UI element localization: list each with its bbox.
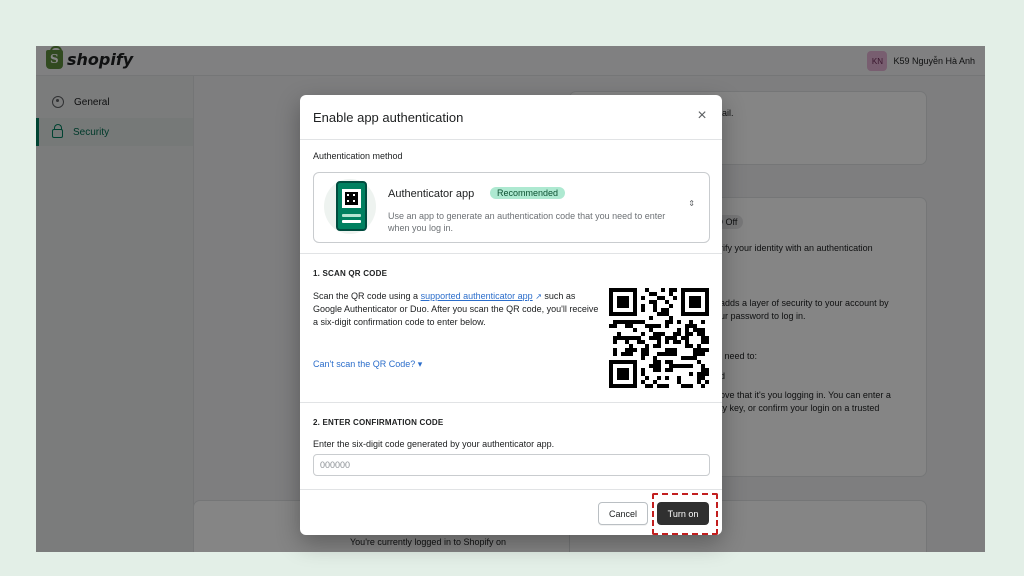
scan-qr-title: 1. SCAN QR CODE bbox=[313, 269, 388, 278]
method-description: Use an app to generate an authentication… bbox=[388, 211, 666, 233]
scan-instructions: Scan the QR code using a supported authe… bbox=[313, 291, 599, 327]
method-name: Authenticator app bbox=[388, 188, 475, 200]
cant-scan-toggle[interactable]: Can't scan the QR Code? ▾ bbox=[313, 359, 422, 370]
external-link-icon: ↗ bbox=[535, 292, 542, 301]
highlight-outline bbox=[652, 493, 718, 535]
auth-method-label: Authentication method bbox=[313, 151, 403, 161]
close-icon[interactable]: × bbox=[694, 108, 710, 124]
auth-method-select[interactable]: Authenticator app Recommended Use an app… bbox=[313, 172, 710, 243]
modal-header: Enable app authentication × bbox=[300, 95, 722, 140]
modal-title: Enable app authentication bbox=[313, 110, 464, 125]
qr-icon bbox=[342, 189, 361, 208]
enable-app-auth-modal: Enable app authentication × Authenticati… bbox=[300, 95, 722, 535]
auth-method-section: Authentication method Authenticator app … bbox=[300, 141, 722, 254]
recommended-badge: Recommended bbox=[490, 187, 566, 199]
select-arrows-icon: ⇕ bbox=[688, 199, 695, 208]
confirmation-code-input[interactable] bbox=[313, 454, 710, 476]
qr-code bbox=[609, 288, 709, 388]
cancel-button[interactable]: Cancel bbox=[598, 502, 648, 525]
confirmation-section: 2. ENTER CONFIRMATION CODE Enter the six… bbox=[300, 404, 722, 490]
scan-qr-section: 1. SCAN QR CODE Scan the QR code using a… bbox=[300, 255, 722, 403]
confirm-instruction: Enter the six-digit code generated by yo… bbox=[313, 439, 555, 449]
confirm-title: 2. ENTER CONFIRMATION CODE bbox=[313, 418, 444, 427]
phone-icon bbox=[336, 181, 367, 231]
supported-app-link[interactable]: supported authenticator app bbox=[421, 291, 533, 301]
